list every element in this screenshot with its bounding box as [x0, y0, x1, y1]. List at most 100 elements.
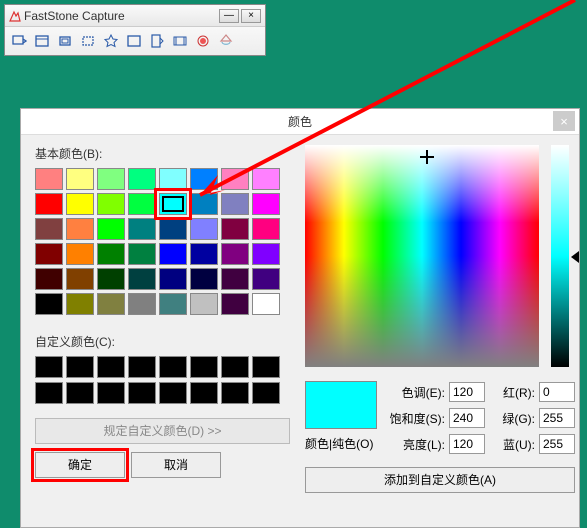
capture-scrolling-icon[interactable]	[147, 31, 167, 51]
basic-color-swatch[interactable]	[35, 243, 63, 265]
basic-color-swatch[interactable]	[190, 293, 218, 315]
custom-color-swatch[interactable]	[35, 356, 63, 378]
basic-color-swatch[interactable]	[66, 243, 94, 265]
green-input[interactable]	[539, 408, 575, 428]
basic-color-swatch[interactable]	[252, 218, 280, 240]
basic-color-swatch[interactable]	[190, 218, 218, 240]
custom-color-swatch[interactable]	[190, 356, 218, 378]
custom-color-swatch[interactable]	[159, 356, 187, 378]
basic-color-swatch[interactable]	[252, 168, 280, 190]
basic-color-swatch[interactable]	[97, 243, 125, 265]
green-label: 绿(G):	[493, 410, 535, 427]
basic-color-swatch[interactable]	[221, 243, 249, 265]
add-to-custom-button[interactable]: 添加到自定义颜色(A)	[305, 467, 575, 493]
custom-color-swatch[interactable]	[97, 356, 125, 378]
basic-color-swatch[interactable]	[190, 168, 218, 190]
blue-label: 蓝(U):	[493, 436, 535, 453]
dialog-close-button[interactable]: ×	[553, 111, 575, 131]
capture-window-icon[interactable]	[32, 31, 52, 51]
basic-color-swatch[interactable]	[159, 268, 187, 290]
basic-color-swatch[interactable]	[97, 193, 125, 215]
custom-color-swatch[interactable]	[128, 382, 156, 404]
output-icon[interactable]	[216, 31, 236, 51]
preview-label: 颜色|纯色(O)	[305, 435, 373, 452]
basic-color-swatch[interactable]	[35, 193, 63, 215]
custom-color-row-2	[35, 382, 291, 404]
basic-color-swatch[interactable]	[252, 293, 280, 315]
basic-color-swatch[interactable]	[221, 168, 249, 190]
minimize-button[interactable]: —	[219, 9, 239, 23]
custom-color-swatch[interactable]	[190, 382, 218, 404]
red-input[interactable]	[539, 382, 575, 402]
basic-color-swatch[interactable]	[221, 293, 249, 315]
basic-color-swatch[interactable]	[190, 193, 218, 215]
capture-video-icon[interactable]	[170, 31, 190, 51]
basic-color-swatch[interactable]	[35, 268, 63, 290]
basic-color-swatch[interactable]	[128, 268, 156, 290]
basic-color-swatch[interactable]	[252, 193, 280, 215]
basic-color-swatch[interactable]	[128, 293, 156, 315]
custom-color-swatch[interactable]	[66, 382, 94, 404]
basic-color-swatch[interactable]	[128, 168, 156, 190]
basic-color-swatch[interactable]	[221, 218, 249, 240]
basic-color-swatch[interactable]	[97, 268, 125, 290]
custom-color-swatch[interactable]	[35, 382, 63, 404]
color-preview	[305, 381, 377, 429]
blue-input[interactable]	[539, 434, 575, 454]
ok-button[interactable]: 确定	[35, 452, 125, 478]
dialog-title: 颜色	[288, 113, 312, 130]
capture-region-icon[interactable]	[78, 31, 98, 51]
basic-color-swatch[interactable]	[35, 168, 63, 190]
close-button[interactable]: ×	[241, 9, 261, 23]
basic-color-swatch[interactable]	[252, 243, 280, 265]
custom-color-swatch[interactable]	[97, 382, 125, 404]
hue-input[interactable]	[449, 382, 485, 402]
custom-color-swatch[interactable]	[159, 382, 187, 404]
custom-colors-label: 自定义颜色(C):	[35, 333, 291, 350]
capture-fullscreen-icon[interactable]	[124, 31, 144, 51]
basic-color-swatch[interactable]	[128, 218, 156, 240]
basic-color-swatch[interactable]	[190, 243, 218, 265]
custom-color-swatch[interactable]	[66, 356, 94, 378]
basic-color-swatch[interactable]	[159, 293, 187, 315]
capture-active-window-icon[interactable]	[9, 31, 29, 51]
custom-color-swatch[interactable]	[252, 382, 280, 404]
dialog-titlebar[interactable]: 颜色 ×	[21, 109, 579, 135]
basic-color-swatch[interactable]	[97, 218, 125, 240]
basic-color-swatch[interactable]	[97, 168, 125, 190]
basic-color-swatch[interactable]	[159, 243, 187, 265]
capture-freehand-icon[interactable]	[101, 31, 121, 51]
faststone-logo-icon	[9, 10, 21, 22]
basic-color-swatch[interactable]	[252, 268, 280, 290]
basic-color-swatch[interactable]	[128, 193, 156, 215]
basic-color-swatch[interactable]	[66, 193, 94, 215]
custom-color-swatch[interactable]	[252, 356, 280, 378]
luminance-slider[interactable]	[551, 145, 569, 367]
color-spectrum[interactable]	[305, 145, 539, 367]
basic-color-swatch[interactable]	[66, 168, 94, 190]
custom-color-swatch[interactable]	[128, 356, 156, 378]
sat-label: 饱和度(S):	[389, 410, 445, 427]
basic-color-swatch[interactable]	[159, 193, 187, 215]
basic-color-swatch[interactable]	[66, 268, 94, 290]
basic-color-swatch[interactable]	[35, 293, 63, 315]
lum-label: 亮度(L):	[389, 436, 445, 453]
basic-color-swatch[interactable]	[97, 293, 125, 315]
cancel-button[interactable]: 取消	[131, 452, 221, 478]
basic-color-swatch[interactable]	[190, 268, 218, 290]
basic-color-swatch[interactable]	[128, 243, 156, 265]
basic-color-swatch[interactable]	[221, 193, 249, 215]
sat-input[interactable]	[449, 408, 485, 428]
faststone-titlebar[interactable]: FastStone Capture — ×	[5, 5, 265, 27]
custom-color-swatch[interactable]	[221, 382, 249, 404]
custom-color-swatch[interactable]	[221, 356, 249, 378]
basic-color-swatch[interactable]	[159, 218, 187, 240]
basic-color-swatch[interactable]	[159, 168, 187, 190]
basic-color-swatch[interactable]	[66, 218, 94, 240]
basic-color-swatch[interactable]	[35, 218, 63, 240]
basic-color-swatch[interactable]	[221, 268, 249, 290]
basic-color-swatch[interactable]	[66, 293, 94, 315]
lum-input[interactable]	[449, 434, 485, 454]
settings-icon[interactable]	[193, 31, 213, 51]
capture-rectangle-icon[interactable]	[55, 31, 75, 51]
